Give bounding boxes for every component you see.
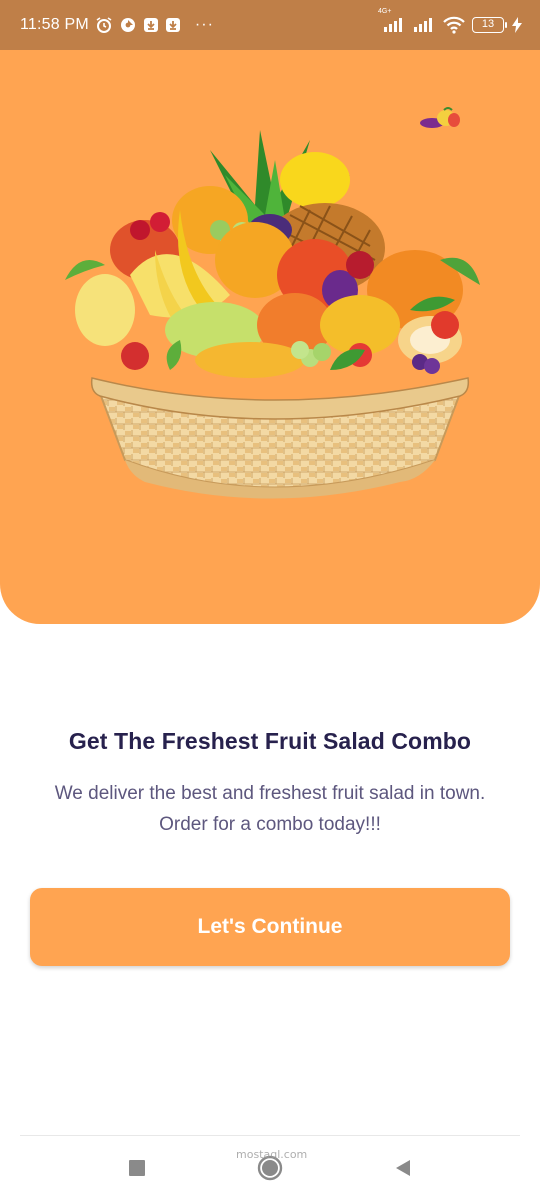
- headline: Get The Freshest Fruit Salad Combo: [68, 728, 472, 754]
- status-bar: 11:58 PM ··· 4G+ 13: [0, 0, 540, 50]
- more-notifications-icon: ···: [194, 16, 214, 33]
- alarm-icon: [95, 16, 113, 34]
- signal-icon: 4G+: [378, 8, 406, 33]
- signal-icon: [412, 17, 436, 33]
- download-icon: [143, 17, 159, 33]
- back-icon[interactable]: [383, 1148, 423, 1188]
- battery-icon: 13: [472, 17, 507, 33]
- hero-banner: [0, 50, 540, 624]
- status-right: 4G+ 13: [378, 8, 522, 34]
- continue-button[interactable]: Let's Continue: [30, 888, 510, 966]
- system-navigation-bar: [0, 1136, 540, 1200]
- recent-apps-icon[interactable]: [117, 1148, 157, 1188]
- fruit-basket-image: [65, 130, 480, 499]
- status-time: 11:58 PM: [20, 16, 89, 33]
- small-fruits-image: [420, 107, 460, 128]
- network-type: 4G+: [378, 8, 392, 15]
- download-icon: [165, 17, 181, 33]
- status-left: 11:58 PM ···: [20, 16, 214, 34]
- app-notification-icon: [119, 16, 137, 34]
- description: We deliver the best and freshest fruit s…: [54, 783, 486, 835]
- watermark: mostaql.com: [236, 1148, 308, 1161]
- charging-icon: [512, 17, 522, 33]
- wifi-icon: [442, 16, 466, 34]
